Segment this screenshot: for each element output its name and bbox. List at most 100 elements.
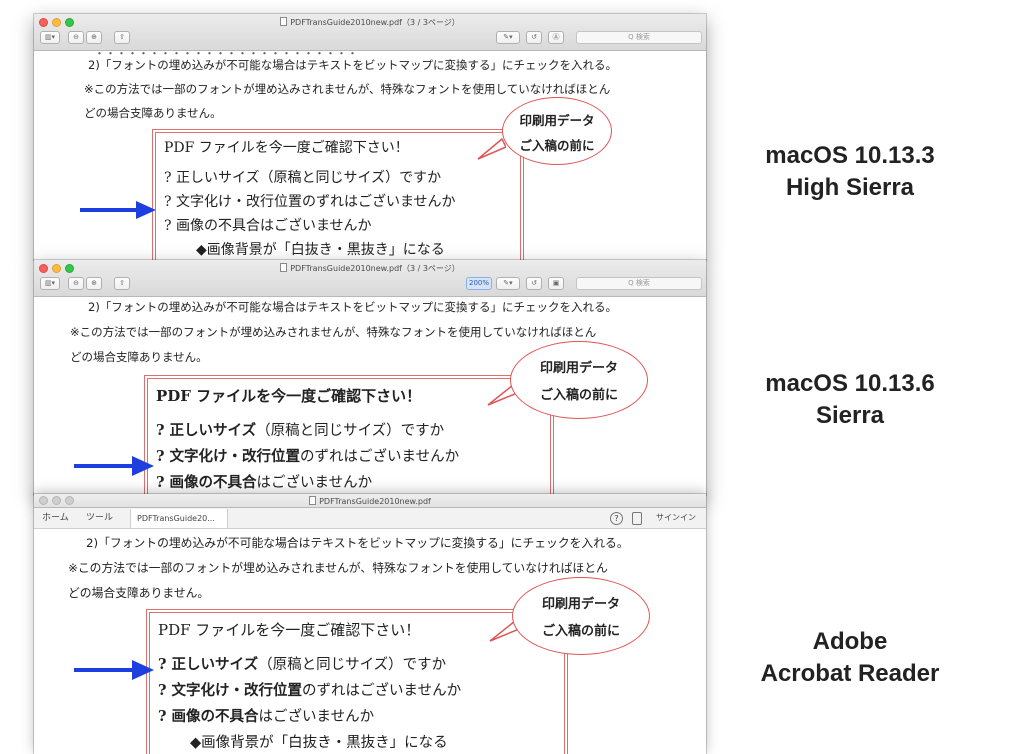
- window-title: PDFTransGuide2010new.pdf（3 / 3ページ）: [34, 263, 706, 274]
- checklist-item-3: ? 画像の不具合はございませんか: [156, 471, 372, 492]
- window-title-text: PDFTransGuide2010new.pdf: [319, 497, 431, 506]
- label-2-line-2: Sierra: [815, 402, 885, 429]
- item-2-rest: のずれはございませんか: [300, 449, 460, 465]
- sidebar-toggle-button[interactable]: ▥▾: [40, 277, 60, 290]
- search-input[interactable]: Q 検索: [576, 277, 702, 290]
- bubble-line-1: 印刷用データ: [541, 597, 620, 612]
- item-1-rest: （原稿と同じサイズ）ですか: [258, 657, 447, 673]
- acrobat-reader-window: PDFTransGuide2010new.pdf ホーム ツール PDFTran…: [34, 494, 706, 754]
- reader-tab-bar: ホーム ツール PDFTransGuide20... × ? サインイン: [34, 508, 706, 543]
- label-adobe-acrobat-reader: Adobe Acrobat Reader: [730, 626, 970, 690]
- search-input[interactable]: Q 検索: [576, 31, 702, 44]
- item-2-rest: のずれはございませんか: [302, 683, 462, 699]
- item-3-bold: ? 画像の不具合: [158, 708, 259, 725]
- zoom-out-button[interactable]: ⊖: [68, 277, 84, 290]
- item-1-bold: ? 正しいサイズ: [156, 422, 257, 439]
- checklist-box: PDF ファイルを今一度ご確認下さい！ ? 正しいサイズ（原稿と同じサイズ）です…: [152, 129, 524, 260]
- search-placeholder: Q 検索: [628, 279, 650, 287]
- speech-bubble-tail: [477, 137, 506, 160]
- markup-toolbar-button[interactable]: Ⓐ: [548, 31, 564, 44]
- rotate-button[interactable]: ↺: [526, 277, 542, 290]
- paragraph-1: 2)「フォントの埋め込みが不可能な場合はテキストをビットマップに変換する」にチェ…: [88, 58, 617, 72]
- item-1-bold: ? 正しいサイズ: [158, 656, 259, 673]
- item-3-bold: ? 画像の不具合: [156, 474, 257, 491]
- item-2-bold: ? 文字化け・改行位置: [158, 682, 303, 699]
- checklist-item-1: ? 正しいサイズ（原稿と同じサイズ）ですか: [156, 419, 444, 440]
- preview-window-sierra: PDFTransGuide2010new.pdf（3 / 3ページ） ▥▾ ⊖ …: [34, 260, 706, 495]
- window-title: PDFTransGuide2010new.pdf: [34, 496, 706, 506]
- window-title-text: PDFTransGuide2010new.pdf（3 / 3ページ）: [290, 264, 460, 273]
- document-icon: [280, 17, 288, 26]
- label-1-line-2: High Sierra: [785, 174, 915, 201]
- bubble-line-1: 印刷用データ: [519, 113, 595, 128]
- label-macos-10-13-6: macOS 10.13.6 Sierra: [730, 368, 970, 432]
- window-titlebar: PDFTransGuide2010new.pdf（3 / 3ページ） ▥▾ ⊖ …: [34, 260, 706, 297]
- checklist-item-1: ? 正しいサイズ（原稿と同じサイズ）ですか: [164, 170, 442, 186]
- speech-bubble: 印刷用データ ご入稿の前に: [512, 577, 650, 655]
- blue-arrow-icon: [80, 201, 156, 219]
- search-placeholder: Q 検索: [628, 33, 650, 41]
- tab-tools[interactable]: ツール: [86, 508, 113, 528]
- item-3-rest: はございませんか: [256, 475, 373, 491]
- pdf-page: 2)「フォントの埋め込みが不可能な場合はテキストをビットマップに変換する」にチェ…: [34, 529, 706, 754]
- rotate-button[interactable]: ↺: [526, 31, 542, 44]
- label-macos-10-13-3: macOS 10.13.3 High Sierra: [730, 140, 970, 204]
- markup-pen-button[interactable]: ✎▾: [496, 31, 520, 44]
- checklist-item-3: ? 画像の不具合はございませんか: [158, 705, 374, 726]
- label-3-line-1: Adobe: [812, 628, 888, 655]
- checklist-item-1: ? 正しいサイズ（原稿と同じサイズ）ですか: [158, 653, 446, 674]
- bubble-line-2: ご入稿の前に: [541, 624, 620, 639]
- bubble-line-2: ご入稿の前に: [519, 138, 595, 153]
- checklist-item-3: ? 画像の不具合はございませんか: [164, 218, 372, 234]
- label-1-line-1: macOS 10.13.3: [765, 142, 935, 169]
- paragraph-2: ※この方法では一部のフォントが埋め込みされませんが、特殊なフォントを使用していな…: [70, 325, 597, 339]
- sidebar-toggle-button[interactable]: ▥▾: [40, 31, 60, 44]
- tab-home[interactable]: ホーム: [42, 508, 69, 528]
- tab-document[interactable]: PDFTransGuide20... ×: [130, 509, 228, 543]
- bubble-line-1: 印刷用データ: [539, 361, 618, 376]
- item-1-rest: （原稿と同じサイズ）ですか: [256, 423, 445, 439]
- markup-toolbar-button[interactable]: ▣: [548, 277, 564, 290]
- bubble-line-2: ご入稿の前に: [539, 388, 618, 403]
- paragraph-2: ※この方法では一部のフォントが埋め込みされませんが、特殊なフォントを使用していな…: [84, 82, 611, 96]
- blue-arrow-icon: [74, 660, 154, 680]
- speech-bubble: 印刷用データ ご入稿の前に: [502, 97, 612, 165]
- item-3-rest: はございませんか: [258, 709, 375, 725]
- blue-arrow-icon: [74, 456, 154, 476]
- zoom-out-button[interactable]: ⊖: [68, 31, 84, 44]
- checklist-title: PDF ファイルを今一度ご確認下さい！: [164, 140, 409, 156]
- pdf-page: ・・・・・・・・・・・・・・・・・・・・・・・・ 2)「フォントの埋め込みが不可…: [34, 47, 706, 260]
- pdf-page: 2)「フォントの埋め込みが不可能な場合はテキストをビットマップに変換する」にチェ…: [34, 297, 706, 495]
- document-icon: [280, 263, 288, 272]
- window-title-text: PDFTransGuide2010new.pdf（3 / 3ページ）: [290, 18, 460, 27]
- checklist-item-2: ? 文字化け・改行位置のずれはございませんか: [164, 194, 456, 210]
- label-3-line-2: Acrobat Reader: [760, 660, 940, 687]
- paragraph-1: 2)「フォントの埋め込みが不可能な場合はテキストをビットマップに変換する」にチェ…: [88, 300, 617, 314]
- share-button[interactable]: ⇧: [114, 277, 130, 290]
- window-titlebar: PDFTransGuide2010new.pdf: [34, 494, 706, 508]
- zoom-in-button[interactable]: ⊕: [86, 277, 102, 290]
- paragraph-3: どの場合支障ありません。: [70, 350, 208, 364]
- checklist-item-4: ◆画像背景が「白抜き・黒抜き」になる: [190, 735, 448, 751]
- checklist-item-2: ? 文字化け・改行位置のずれはございませんか: [156, 445, 459, 466]
- zoom-level-indicator[interactable]: 200%: [466, 277, 492, 290]
- checklist-title: PDF ファイルを今一度ご確認下さい！: [156, 387, 422, 405]
- checklist-item-4: ◆画像背景が「白抜き・黒抜き」になる: [196, 242, 445, 258]
- paragraph-1: 2)「フォントの埋め込みが不可能な場合はテキストをビットマップに変換する」にチェ…: [86, 536, 629, 550]
- checklist-title: PDF ファイルを今一度ご確認下さい！: [158, 621, 421, 639]
- preview-window-high-sierra: PDFTransGuide2010new.pdf（3 / 3ページ） ▥▾ ⊖ …: [34, 14, 706, 260]
- help-icon[interactable]: ?: [610, 512, 623, 525]
- share-button[interactable]: ⇧: [114, 31, 130, 44]
- window-title: PDFTransGuide2010new.pdf（3 / 3ページ）: [34, 17, 706, 28]
- zoom-in-button[interactable]: ⊕: [86, 31, 102, 44]
- paragraph-3: どの場合支障ありません。: [68, 586, 210, 600]
- markup-pen-button[interactable]: ✎▾: [496, 277, 520, 290]
- label-2-line-1: macOS 10.13.6: [765, 370, 935, 397]
- sign-in-link[interactable]: サインイン: [656, 508, 696, 528]
- paragraph-3: どの場合支障ありません。: [84, 106, 222, 120]
- paragraph-2: ※この方法では一部のフォントが埋め込みされませんが、特殊なフォントを使用していな…: [68, 561, 608, 575]
- tab-document-label: PDFTransGuide20...: [137, 514, 215, 523]
- speech-bubble: 印刷用データ ご入稿の前に: [510, 341, 648, 419]
- item-2-bold: ? 文字化け・改行位置: [156, 448, 301, 465]
- mobile-link-icon[interactable]: [632, 512, 642, 525]
